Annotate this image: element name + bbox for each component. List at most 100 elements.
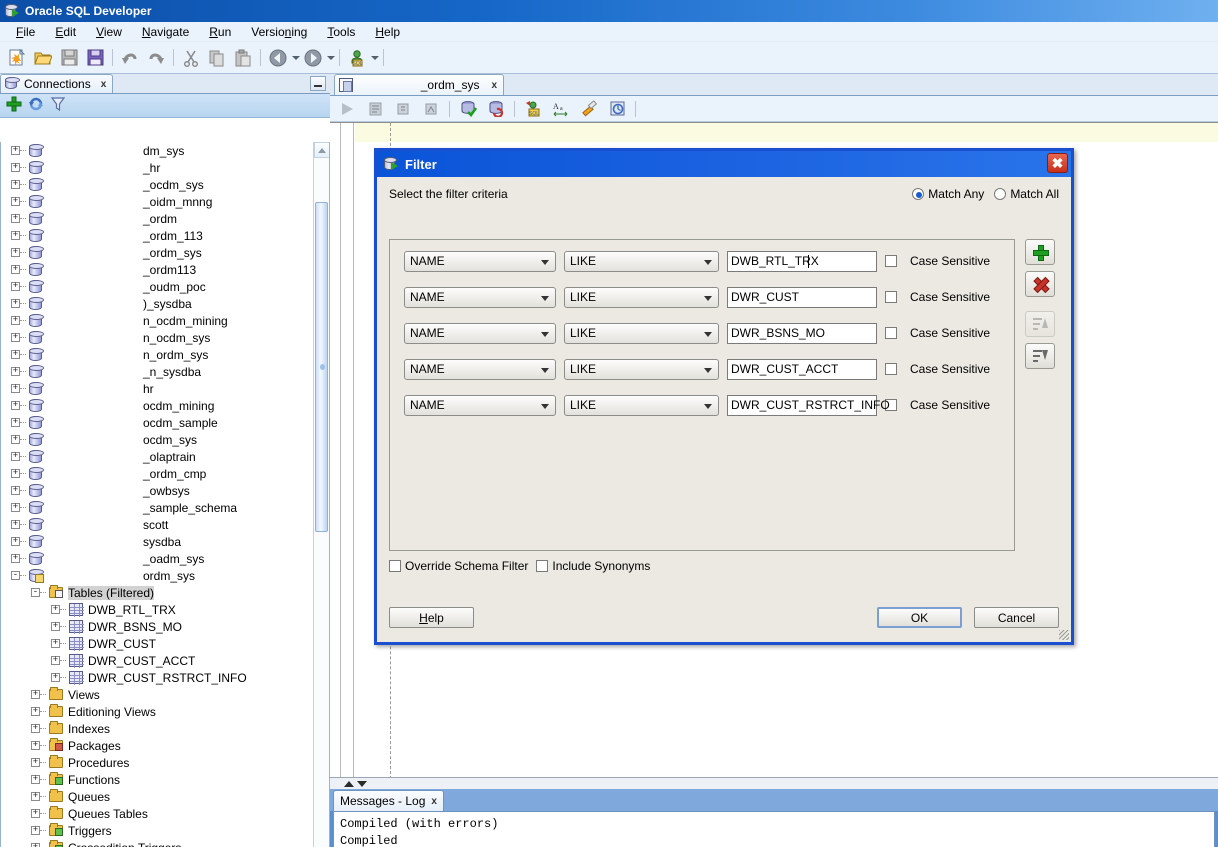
tree-expander[interactable]: + [11, 537, 20, 546]
operator-select[interactable]: LIKE [564, 395, 719, 416]
connections-tree[interactable]: +dm_sys+_hr+_ocdm_sys+_oidm_mnng+_ordm+_… [1, 142, 313, 847]
tree-expander[interactable]: + [11, 265, 20, 274]
tree-item[interactable]: +Functions [1, 771, 313, 788]
tab-connections[interactable]: Connections x [0, 74, 113, 93]
operator-select[interactable]: LIKE [564, 287, 719, 308]
tree-expander[interactable]: + [31, 843, 40, 847]
sql-history-icon[interactable]: SQL [520, 96, 546, 122]
tree-item[interactable]: +hr [1, 380, 313, 397]
tree-item[interactable]: +ocdm_mining [1, 397, 313, 414]
column-select[interactable]: NAME [404, 359, 556, 380]
tree-item[interactable]: +_oudm_poc [1, 278, 313, 295]
menu-edit[interactable]: Edit [45, 23, 86, 41]
tree-expander[interactable]: + [11, 384, 20, 393]
forward-dropdown-icon[interactable] [327, 56, 335, 60]
column-select[interactable]: NAME [404, 287, 556, 308]
refresh-icon[interactable] [28, 96, 44, 115]
tree-expander[interactable]: + [11, 554, 20, 563]
tree-item[interactable]: +ocdm_sys [1, 431, 313, 448]
tree-expander[interactable]: + [11, 469, 20, 478]
forward-icon[interactable] [300, 45, 326, 71]
new-connection-icon[interactable] [6, 96, 22, 115]
tree-item[interactable]: +_oadm_sys [1, 550, 313, 567]
tree-expander[interactable]: + [11, 401, 20, 410]
case-sensitive-checkbox[interactable] [885, 363, 897, 375]
tree-item[interactable]: +DWR_CUST_ACCT [1, 652, 313, 669]
tree-item[interactable]: +_oidm_mnng [1, 193, 313, 210]
sql-worksheet-icon[interactable]: SQL [344, 45, 370, 71]
run-statement-icon[interactable] [334, 96, 360, 122]
case-sensitive-checkbox[interactable] [885, 291, 897, 303]
radio-match-any[interactable]: Match Any [912, 187, 984, 201]
tree-item[interactable]: +DWB_RTL_TRX [1, 601, 313, 618]
tree-expander[interactable]: + [31, 809, 40, 818]
tree-expander[interactable]: + [11, 367, 20, 376]
tree-expander[interactable]: + [11, 214, 20, 223]
back-icon[interactable] [265, 45, 291, 71]
move-down-button[interactable] [1025, 343, 1055, 369]
back-dropdown-icon[interactable] [292, 56, 300, 60]
tree-expander[interactable]: + [11, 418, 20, 427]
operator-select[interactable]: LIKE [564, 359, 719, 380]
explain-plan-icon[interactable] [390, 96, 416, 122]
filter-icon[interactable] [50, 96, 66, 115]
tree-item[interactable]: +ocdm_sample [1, 414, 313, 431]
menu-navigate[interactable]: Navigate [132, 23, 199, 41]
tree-expander[interactable]: + [11, 197, 20, 206]
copy-icon[interactable] [204, 45, 230, 71]
menu-tools[interactable]: Tools [317, 23, 365, 41]
tree-expander[interactable]: + [51, 605, 60, 614]
tree-expander[interactable]: + [51, 639, 60, 648]
tree-item[interactable]: +_n_sysdba [1, 363, 313, 380]
tree-item[interactable]: -Tables (Filtered) [1, 584, 313, 601]
radio-match-all[interactable]: Match All [994, 187, 1059, 201]
tree-expander[interactable]: + [11, 435, 20, 444]
tree-item[interactable]: +Queues Tables [1, 805, 313, 822]
tree-expander[interactable]: + [51, 622, 60, 631]
menu-view[interactable]: View [86, 23, 132, 41]
remove-criteria-button[interactable] [1025, 271, 1055, 297]
value-input[interactable]: DWR_CUST_ACCT [727, 359, 877, 380]
log-output[interactable]: Compiled (with errors) Compiled [333, 811, 1215, 847]
tree-item[interactable]: +Triggers [1, 822, 313, 839]
menu-versioning[interactable]: Versioning [241, 23, 317, 41]
tree-item[interactable]: +Packages [1, 737, 313, 754]
save-icon[interactable] [56, 45, 82, 71]
tree-expander[interactable]: + [31, 741, 40, 750]
tree-expander[interactable]: + [31, 690, 40, 699]
run-script-icon[interactable] [362, 96, 388, 122]
menu-help[interactable]: Help [365, 23, 410, 41]
tab-worksheet[interactable]: _ordm_sys x [334, 74, 504, 95]
tree-item[interactable]: +_ordm_cmp [1, 465, 313, 482]
query-builder-icon[interactable] [604, 96, 630, 122]
sql-worksheet-dropdown-icon[interactable] [371, 56, 379, 60]
tree-item[interactable]: +sysdba [1, 533, 313, 550]
column-select[interactable]: NAME [404, 251, 556, 272]
tree-item[interactable]: +_hr [1, 159, 313, 176]
format-icon[interactable]: Aa [548, 96, 574, 122]
new-file-icon[interactable] [4, 45, 30, 71]
ok-button[interactable]: OK [877, 607, 962, 628]
editor-splitter[interactable] [330, 777, 1218, 789]
tree-expander[interactable]: + [31, 826, 40, 835]
tree-expander[interactable]: + [11, 163, 20, 172]
tree-item[interactable]: +Editioning Views [1, 703, 313, 720]
tree-expander[interactable]: + [31, 707, 40, 716]
tree-expander[interactable]: + [11, 316, 20, 325]
tree-item[interactable]: +_owbsys [1, 482, 313, 499]
tree-expander[interactable]: + [11, 299, 20, 308]
tree-item[interactable]: +n_ocdm_mining [1, 312, 313, 329]
tree-item[interactable]: +)_sysdba [1, 295, 313, 312]
tree-expander[interactable]: - [11, 571, 20, 580]
tree-expander[interactable]: + [31, 792, 40, 801]
operator-select[interactable]: LIKE [564, 323, 719, 344]
tree-item[interactable]: +n_ordm_sys [1, 346, 313, 363]
commit-icon[interactable] [455, 96, 481, 122]
save-all-icon[interactable] [82, 45, 108, 71]
cut-icon[interactable] [178, 45, 204, 71]
redo-icon[interactable] [143, 45, 169, 71]
tree-item[interactable]: +_ordm_sys [1, 244, 313, 261]
tree-expander[interactable]: + [51, 673, 60, 682]
operator-select[interactable]: LIKE [564, 251, 719, 272]
tree-expander[interactable]: + [11, 486, 20, 495]
